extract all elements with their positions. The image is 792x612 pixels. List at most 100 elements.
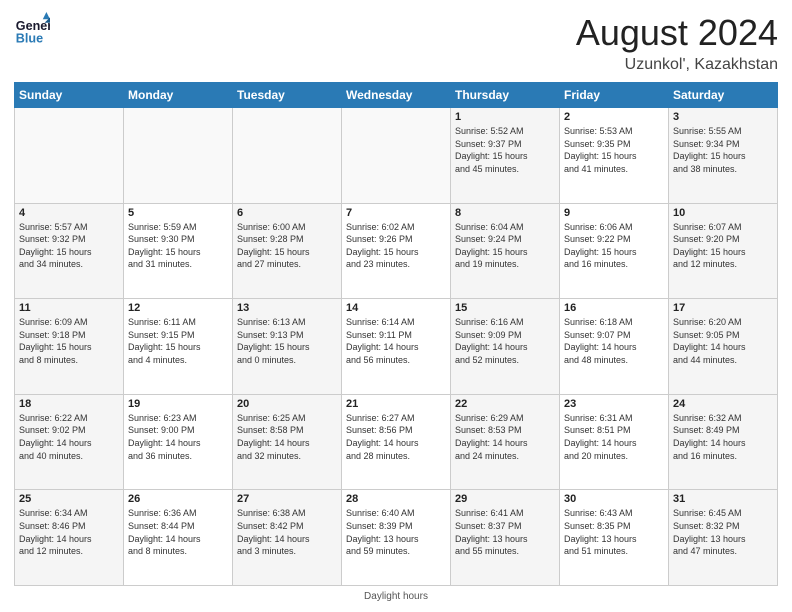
page: General Blue August 2024 Uzunkol', Kazak…: [0, 0, 792, 612]
col-sunday: Sunday: [15, 83, 124, 108]
day-number: 12: [128, 302, 228, 314]
title-block: August 2024 Uzunkol', Kazakhstan: [576, 12, 778, 74]
calendar-week-2: 4Sunrise: 5:57 AMSunset: 9:32 PMDaylight…: [15, 203, 778, 299]
day-info: Sunrise: 6:38 AMSunset: 8:42 PMDaylight:…: [237, 507, 337, 557]
calendar-week-4: 18 Sunrise: 6:22 AMSunset: 9:02 PMDayligh…: [15, 394, 778, 490]
day-info: Sunrise: 6:45 AMSunset: 8:32 PMDaylight:…: [673, 507, 773, 557]
day-number: 15: [455, 302, 555, 314]
footer-note: Daylight hours: [14, 591, 778, 602]
day-info: Sunrise: 6:41 AMSunset: 8:37 PMDaylight:…: [455, 507, 555, 557]
day-info: Sunrise: 6:16 AMSunset: 9:09 PMDaylight:…: [455, 316, 555, 366]
calendar-cell: 8 Sunrise: 6:04 AMSunset: 9:24 PMDaylight…: [451, 203, 560, 299]
calendar-cell: 29 Sunrise: 6:41 AMSunset: 8:37 PMDayligh…: [451, 490, 560, 586]
logo: General Blue: [14, 12, 50, 48]
day-info: Sunrise: 5:55 AMSunset: 9:34 PMDaylight:…: [673, 125, 773, 175]
day-info: Sunrise: 6:34 AMSunset: 8:46 PMDaylight:…: [19, 507, 119, 557]
day-number: 8: [455, 207, 555, 219]
calendar-cell: [15, 108, 124, 204]
calendar-header-row: Sunday Monday Tuesday Wednesday Thursday…: [15, 83, 778, 108]
day-info: Sunrise: 6:27 AMSunset: 8:56 PMDaylight:…: [346, 412, 446, 462]
day-info: Sunrise: 6:40 AMSunset: 8:39 PMDaylight:…: [346, 507, 446, 557]
day-number: 29: [455, 493, 555, 505]
calendar-cell: 4Sunrise: 5:57 AMSunset: 9:32 PMDaylight…: [15, 203, 124, 299]
daylight-hours-label: Daylight hours: [364, 591, 428, 602]
day-info: Sunrise: 6:02 AMSunset: 9:26 PMDaylight:…: [346, 221, 446, 271]
calendar-cell: 16Sunrise: 6:18 AMSunset: 9:07 PMDayligh…: [560, 299, 669, 395]
day-info: Sunrise: 6:11 AMSunset: 9:15 PMDaylight:…: [128, 316, 228, 366]
calendar-cell: 20 Sunrise: 6:25 AMSunset: 8:58 PMDayligh…: [233, 394, 342, 490]
day-number: 6: [237, 207, 337, 219]
day-info: Sunrise: 6:22 AMSunset: 9:02 PMDaylight:…: [19, 412, 119, 462]
day-number: 26: [128, 493, 228, 505]
calendar-cell: [233, 108, 342, 204]
day-number: 20: [237, 398, 337, 410]
day-number: 28: [346, 493, 446, 505]
day-info: Sunrise: 6:43 AMSunset: 8:35 PMDaylight:…: [564, 507, 664, 557]
calendar-cell: 25 Sunrise: 6:34 AMSunset: 8:46 PMDayligh…: [15, 490, 124, 586]
col-thursday: Thursday: [451, 83, 560, 108]
day-info: Sunrise: 6:00 AMSunset: 9:28 PMDaylight:…: [237, 221, 337, 271]
day-info: Sunrise: 5:59 AMSunset: 9:30 PMDaylight:…: [128, 221, 228, 271]
day-info: Sunrise: 6:36 AMSunset: 8:44 PMDaylight:…: [128, 507, 228, 557]
day-number: 23: [564, 398, 664, 410]
day-number: 24: [673, 398, 773, 410]
calendar-cell: [124, 108, 233, 204]
day-info: Sunrise: 5:52 AMSunset: 9:37 PMDaylight:…: [455, 125, 555, 175]
logo-icon: General Blue: [14, 12, 50, 48]
svg-text:Blue: Blue: [16, 32, 43, 46]
day-info: Sunrise: 6:32 AMSunset: 8:49 PMDaylight:…: [673, 412, 773, 462]
day-number: 10: [673, 207, 773, 219]
day-number: 19: [128, 398, 228, 410]
day-info: Sunrise: 6:14 AMSunset: 9:11 PMDaylight:…: [346, 316, 446, 366]
col-saturday: Saturday: [669, 83, 778, 108]
day-info: Sunrise: 5:53 AMSunset: 9:35 PMDaylight:…: [564, 125, 664, 175]
calendar-cell: 12 Sunrise: 6:11 AMSunset: 9:15 PMDayligh…: [124, 299, 233, 395]
day-info: Sunrise: 6:23 AMSunset: 9:00 PMDaylight:…: [128, 412, 228, 462]
day-number: 21: [346, 398, 446, 410]
day-number: 3: [673, 111, 773, 123]
calendar-cell: 2 Sunrise: 5:53 AMSunset: 9:35 PMDaylight…: [560, 108, 669, 204]
day-info: Sunrise: 6:29 AMSunset: 8:53 PMDaylight:…: [455, 412, 555, 462]
calendar-cell: 5Sunrise: 5:59 AMSunset: 9:30 PMDaylight…: [124, 203, 233, 299]
calendar-cell: 21 Sunrise: 6:27 AMSunset: 8:56 PMDayligh…: [342, 394, 451, 490]
col-tuesday: Tuesday: [233, 83, 342, 108]
day-info: Sunrise: 6:20 AMSunset: 9:05 PMDaylight:…: [673, 316, 773, 366]
day-number: 7: [346, 207, 446, 219]
calendar-cell: 9 Sunrise: 6:06 AMSunset: 9:22 PMDaylight…: [560, 203, 669, 299]
col-wednesday: Wednesday: [342, 83, 451, 108]
col-friday: Friday: [560, 83, 669, 108]
day-number: 9: [564, 207, 664, 219]
calendar-cell: 7 Sunrise: 6:02 AMSunset: 9:26 PMDaylight…: [342, 203, 451, 299]
day-number: 22: [455, 398, 555, 410]
day-number: 16: [564, 302, 664, 314]
day-number: 27: [237, 493, 337, 505]
main-title: August 2024: [576, 12, 778, 54]
calendar-cell: 23Sunrise: 6:31 AMSunset: 8:51 PMDayligh…: [560, 394, 669, 490]
day-number: 11: [19, 302, 119, 314]
day-number: 31: [673, 493, 773, 505]
calendar-cell: 19 Sunrise: 6:23 AMSunset: 9:00 PMDayligh…: [124, 394, 233, 490]
calendar-cell: 3 Sunrise: 5:55 AMSunset: 9:34 PMDaylight…: [669, 108, 778, 204]
day-number: 2: [564, 111, 664, 123]
calendar-cell: 27 Sunrise: 6:38 AMSunset: 8:42 PMDayligh…: [233, 490, 342, 586]
calendar-cell: 17Sunrise: 6:20 AMSunset: 9:05 PMDayligh…: [669, 299, 778, 395]
day-number: 18: [19, 398, 119, 410]
calendar-cell: 10Sunrise: 6:07 AMSunset: 9:20 PMDayligh…: [669, 203, 778, 299]
calendar-cell: 30Sunrise: 6:43 AMSunset: 8:35 PMDayligh…: [560, 490, 669, 586]
calendar-cell: 28 Sunrise: 6:40 AMSunset: 8:39 PMDayligh…: [342, 490, 451, 586]
header: General Blue August 2024 Uzunkol', Kazak…: [14, 12, 778, 74]
calendar-cell: 15 Sunrise: 6:16 AMSunset: 9:09 PMDayligh…: [451, 299, 560, 395]
calendar-cell: 13Sunrise: 6:13 AMSunset: 9:13 PMDayligh…: [233, 299, 342, 395]
day-number: 1: [455, 111, 555, 123]
calendar-table: Sunday Monday Tuesday Wednesday Thursday…: [14, 82, 778, 586]
day-number: 4: [19, 207, 119, 219]
calendar-cell: 26 Sunrise: 6:36 AMSunset: 8:44 PMDayligh…: [124, 490, 233, 586]
calendar-cell: 6 Sunrise: 6:00 AMSunset: 9:28 PMDaylight…: [233, 203, 342, 299]
calendar-week-5: 25 Sunrise: 6:34 AMSunset: 8:46 PMDayligh…: [15, 490, 778, 586]
day-info: Sunrise: 6:04 AMSunset: 9:24 PMDaylight:…: [455, 221, 555, 271]
calendar-cell: 14Sunrise: 6:14 AMSunset: 9:11 PMDayligh…: [342, 299, 451, 395]
day-number: 25: [19, 493, 119, 505]
day-info: Sunrise: 6:06 AMSunset: 9:22 PMDaylight:…: [564, 221, 664, 271]
day-info: Sunrise: 6:25 AMSunset: 8:58 PMDaylight:…: [237, 412, 337, 462]
calendar-week-3: 11Sunrise: 6:09 AMSunset: 9:18 PMDayligh…: [15, 299, 778, 395]
